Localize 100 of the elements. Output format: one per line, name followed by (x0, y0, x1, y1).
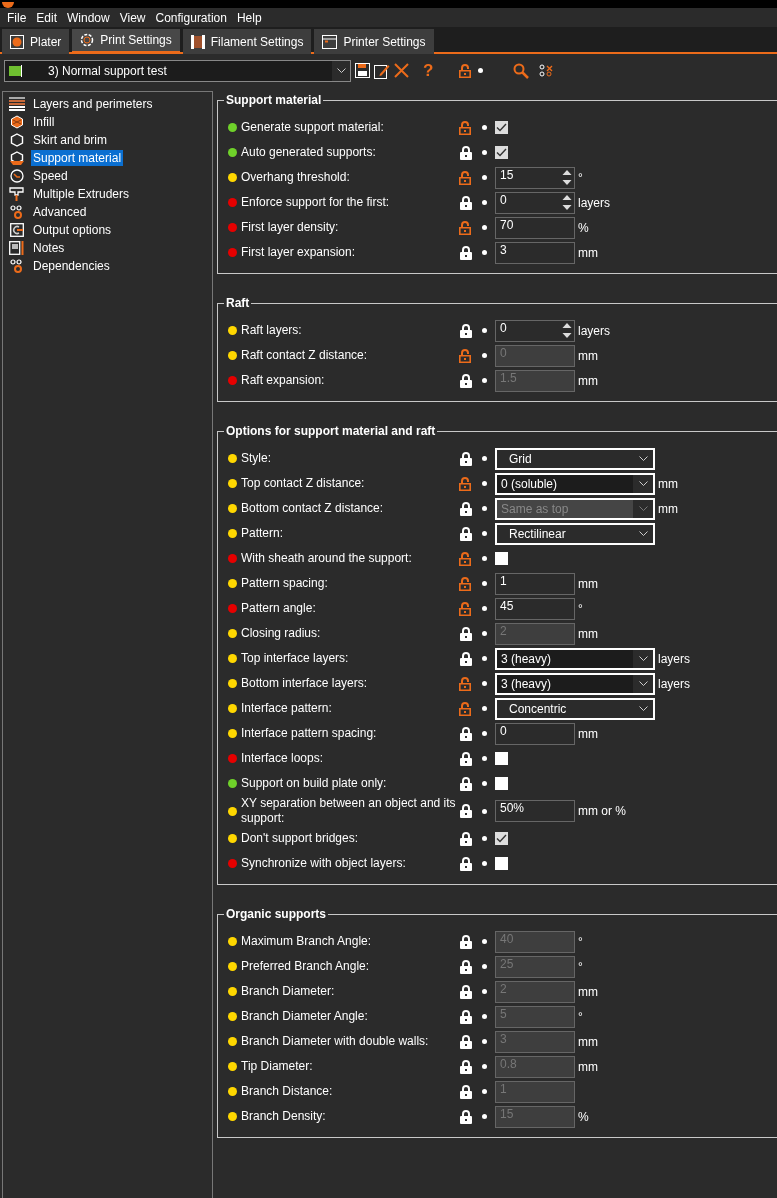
sidebar-item[interactable]: Advanced (31, 204, 89, 220)
sidebar-item[interactable]: Notes (31, 240, 67, 256)
spin-arrows-icon[interactable] (562, 169, 572, 186)
lock-icon[interactable] (459, 651, 472, 666)
menu-item[interactable]: Window (62, 10, 115, 25)
checkbox[interactable] (495, 121, 508, 134)
option-label: Auto generated supports: (240, 145, 377, 160)
lock-icon[interactable] (459, 526, 472, 541)
tab[interactable]: Plater (2, 29, 70, 54)
unlock-icon[interactable] (459, 576, 472, 591)
bullet-icon (482, 150, 487, 155)
caret-icon (638, 706, 648, 711)
bullet-icon (482, 1014, 487, 1019)
lock-icon[interactable] (459, 451, 472, 466)
sidebar-item[interactable]: Multiple Extruders (31, 186, 132, 202)
unlock-icon[interactable] (459, 120, 472, 135)
group-title: Raft (225, 296, 251, 310)
edit-icon[interactable] (374, 62, 390, 79)
lock-icon[interactable] (459, 856, 472, 871)
menu-item[interactable]: Configuration (150, 10, 232, 25)
sidebar-item[interactable]: Output options (31, 222, 114, 238)
unit-label: mm (577, 1059, 598, 1074)
spin-arrows-icon[interactable] (562, 322, 572, 339)
bullet-icon (482, 706, 487, 711)
input-field[interactable]: 45 (495, 597, 575, 620)
option-label: First layer density: (240, 220, 340, 235)
spin-field[interactable]: 0 (495, 191, 575, 214)
unlock-icon[interactable] (459, 63, 473, 78)
menu-item[interactable]: File (2, 10, 32, 25)
menu-item[interactable]: Edit (31, 10, 63, 25)
dropdown[interactable]: 3 (heavy) (495, 672, 655, 695)
spin-field[interactable]: 0 (495, 319, 575, 342)
dropdown[interactable]: Concentric (495, 697, 655, 720)
compare-icon[interactable] (539, 63, 554, 78)
checkbox[interactable] (495, 832, 508, 845)
checkbox[interactable] (495, 857, 508, 870)
input-field[interactable]: 1 (495, 572, 575, 595)
sidebar-item[interactable]: Support material (31, 150, 124, 166)
input-field[interactable]: 50% (495, 800, 575, 822)
speedometer-icon (9, 169, 24, 183)
checkbox[interactable] (495, 552, 508, 565)
unit-label: mm (577, 626, 598, 641)
sidebar-item[interactable]: Speed (31, 168, 70, 184)
option-label: Tip Diameter: (240, 1059, 314, 1074)
unit-label: layers (577, 195, 610, 210)
lock-icon[interactable] (459, 804, 472, 818)
sidebar-item[interactable]: Infill (31, 114, 57, 130)
checkbox[interactable] (495, 777, 508, 790)
save-icon[interactable] (355, 63, 370, 78)
unlock-icon[interactable] (459, 701, 472, 716)
lock-icon[interactable] (459, 145, 472, 160)
delete-icon[interactable] (394, 63, 409, 78)
option-label: Overhang threshold: (240, 170, 351, 185)
dropdown[interactable]: Grid (495, 447, 655, 470)
input-field[interactable]: 0 (495, 722, 575, 745)
dropdown[interactable]: Rectilinear (495, 522, 655, 545)
unlock-icon[interactable] (459, 220, 472, 235)
option-label: Bottom interface layers: (240, 676, 369, 691)
bullet-icon (482, 531, 487, 536)
lock-icon[interactable] (459, 245, 472, 260)
menu-item[interactable]: Help (231, 10, 267, 25)
dropdown[interactable]: 3 (heavy) (495, 647, 655, 670)
bullet-icon (482, 631, 487, 636)
unlock-icon[interactable] (459, 601, 472, 616)
unit-label: ° (577, 1009, 583, 1024)
option-label: Style: (240, 451, 272, 466)
sidebar-item[interactable]: Skirt and brim (31, 132, 110, 148)
dropdown[interactable]: 0 (soluble) (495, 472, 655, 495)
tab[interactable]: Filament Settings (182, 29, 312, 54)
tab[interactable]: Printer Settings (314, 29, 434, 54)
checkbox[interactable] (495, 752, 508, 765)
spin-field[interactable]: 15 (495, 166, 575, 189)
option-label: First layer expansion: (240, 245, 357, 260)
lock-icon[interactable] (459, 726, 472, 741)
lock-icon[interactable] (459, 323, 472, 338)
unlock-icon[interactable] (459, 170, 472, 185)
caret-icon (638, 656, 648, 661)
bullet-icon (482, 1039, 487, 1044)
lock-icon[interactable] (459, 195, 472, 210)
search-icon[interactable] (513, 62, 530, 79)
unlock-icon[interactable] (459, 476, 472, 491)
infill-icon (9, 115, 24, 129)
checkbox[interactable] (495, 146, 508, 159)
lock-icon[interactable] (459, 776, 472, 791)
preset-dropdown[interactable]: 3) Normal support test (4, 59, 351, 82)
unlock-icon[interactable] (459, 676, 472, 691)
lock-icon[interactable] (459, 751, 472, 766)
unlock-icon[interactable] (459, 551, 472, 566)
sidebar-item[interactable]: Dependencies (31, 258, 112, 274)
menu-item[interactable]: View (114, 10, 151, 25)
spin-arrows-icon[interactable] (562, 194, 572, 211)
input-field[interactable]: 70 (495, 216, 575, 239)
option-label: Raft contact Z distance: (240, 348, 369, 363)
sidebar-item[interactable]: Layers and perimeters (31, 96, 155, 112)
input-field[interactable]: 3 (495, 241, 575, 264)
help-button[interactable]: ? (423, 60, 434, 81)
lock-icon[interactable] (459, 831, 472, 846)
gears-icon (9, 259, 24, 273)
tab[interactable]: Print Settings (72, 29, 180, 54)
unit-label: % (577, 1109, 589, 1124)
